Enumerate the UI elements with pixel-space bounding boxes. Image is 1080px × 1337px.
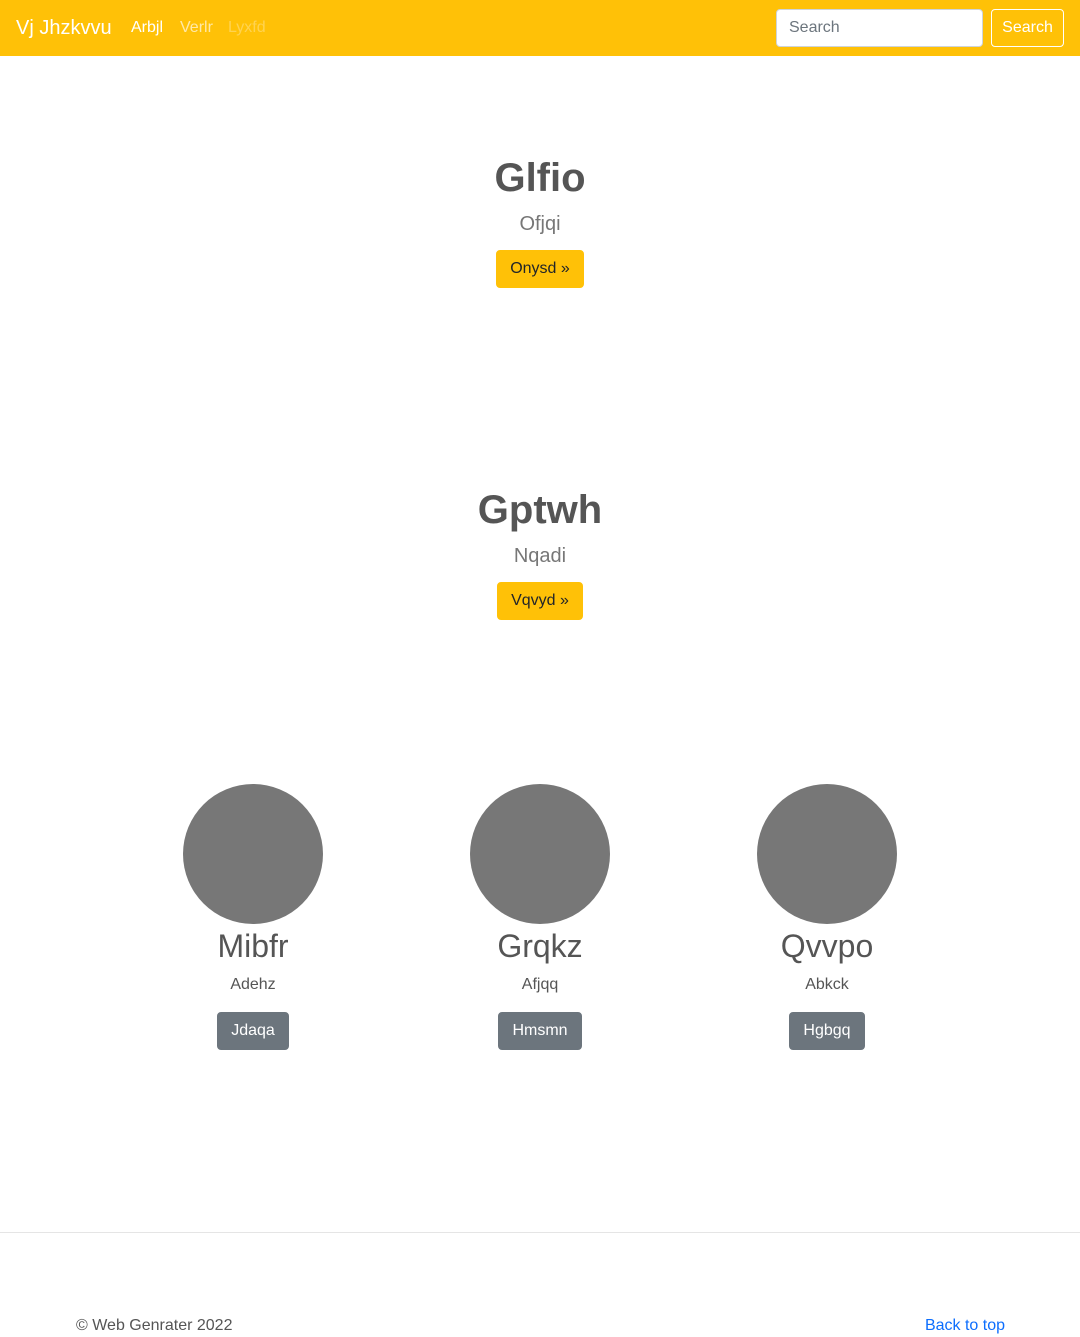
hero-cta-button[interactable]: Onysd »: [496, 250, 584, 288]
nav-link-lyxfd: Lyxfd: [228, 19, 266, 36]
placeholder-image: [183, 784, 323, 924]
placeholder-image: [757, 784, 897, 924]
back-to-top-link[interactable]: Back to top: [925, 1316, 1005, 1336]
card-title: Grqkz: [497, 928, 583, 964]
feature-card-2: Grqkz Afjqq Hmsmn: [440, 784, 640, 1050]
search-button[interactable]: Search: [991, 9, 1064, 47]
card-description: Adehz: [230, 976, 276, 993]
top-navbar: Vj Jhzkvvu Arbjl Verlr Lyxfd Search: [0, 0, 1080, 56]
footer-divider: [0, 1232, 1080, 1233]
hero-subtitle: Nqadi: [513, 545, 567, 567]
search-input[interactable]: [776, 9, 983, 47]
card-description: Afjqq: [521, 976, 559, 993]
footer-copyright: © Web Genrater 2022: [76, 1317, 233, 1334]
hero-section-1: Glfio Ofjqi Onysd »: [0, 154, 1080, 288]
card-button[interactable]: Jdaqa: [217, 1012, 289, 1050]
hero-section-2: Gptwh Nqadi Vqvyd »: [0, 486, 1080, 620]
nav-link-arbjl[interactable]: Arbjl: [131, 18, 163, 38]
feature-card-1: Mibfr Adehz Jdaqa: [153, 784, 353, 1050]
nav-link-verlr[interactable]: Verlr: [180, 18, 213, 38]
placeholder-image: [470, 784, 610, 924]
card-button[interactable]: Hmsmn: [498, 1012, 582, 1050]
card-button[interactable]: Hgbgq: [789, 1012, 865, 1050]
hero-subtitle: Ofjqi: [519, 213, 561, 235]
navbar-brand[interactable]: Vj Jhzkvvu: [16, 16, 112, 40]
card-title: Qvvpo: [780, 928, 874, 964]
hero-title: Glfio: [494, 156, 586, 200]
hero-title: Gptwh: [477, 488, 603, 532]
card-title: Mibfr: [217, 928, 289, 964]
hero-cta-button[interactable]: Vqvyd »: [497, 582, 583, 620]
card-description: Abkck: [805, 976, 849, 993]
feature-card-3: Qvvpo Abkck Hgbgq: [727, 784, 927, 1050]
